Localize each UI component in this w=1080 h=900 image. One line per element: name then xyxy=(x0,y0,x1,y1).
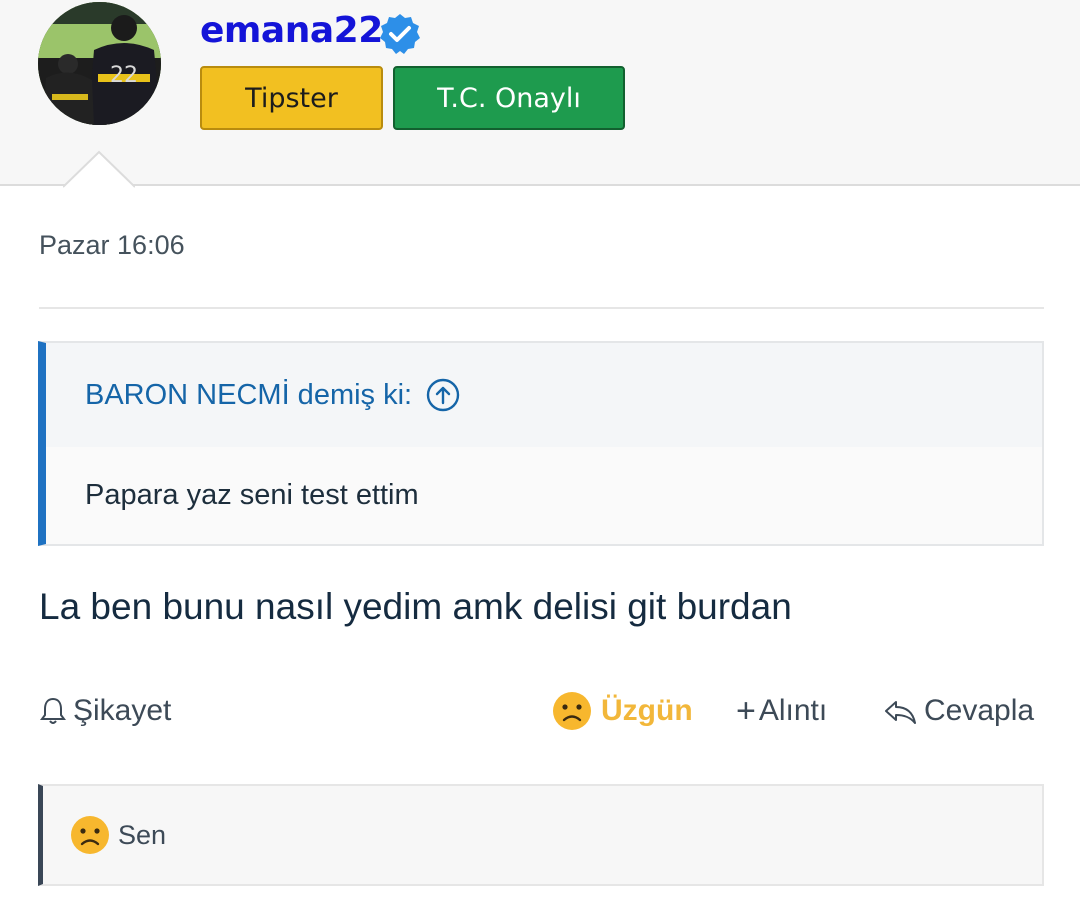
reply-button[interactable]: Cevapla xyxy=(882,690,1034,732)
reply-arrow-icon xyxy=(885,701,916,724)
username[interactable]: emana22 xyxy=(200,10,383,51)
quote-header[interactable]: BARON NECMİ demiş ki: xyxy=(46,343,1042,447)
post-page: 22 emana22 Tipster T.C. Onaylı Pazar 16:… xyxy=(0,0,1080,900)
arrow-up-circle-icon[interactable] xyxy=(426,378,460,412)
report-label: Şikayet xyxy=(73,694,172,727)
avatar-image: 22 xyxy=(38,2,161,125)
tc-onayli-badge: T.C. Onaylı xyxy=(393,66,625,130)
plus-icon: + xyxy=(736,692,756,730)
divider xyxy=(39,307,1044,309)
sad-face-icon xyxy=(71,816,109,854)
post-date[interactable]: Pazar 16:06 xyxy=(39,230,185,261)
quote-text: Papara yaz seni test ettim xyxy=(46,447,1042,544)
report-button[interactable]: Şikayet xyxy=(39,690,171,732)
quote-label: Alıntı xyxy=(758,694,828,727)
header-pointer xyxy=(63,150,135,188)
reply-label: Cevapla xyxy=(924,694,1035,727)
bell-icon xyxy=(40,697,66,724)
quote-author: BARON NECMİ demiş ki: xyxy=(85,378,413,411)
sad-face-icon xyxy=(553,692,591,730)
reactions-text: Sen xyxy=(118,819,167,850)
avatar[interactable]: 22 xyxy=(38,2,161,125)
post-message: La ben bunu nasıl yedim amk delisi git b… xyxy=(39,586,792,627)
quote-block: BARON NECMİ demiş ki: Papara yaz seni te… xyxy=(38,341,1044,546)
user-header: 22 emana22 Tipster T.C. Onaylı xyxy=(0,0,1080,188)
tipster-badge: Tipster xyxy=(200,66,383,130)
quote-button[interactable]: + Alıntı xyxy=(736,690,827,732)
reactions-bar[interactable]: Sen xyxy=(38,784,1044,886)
svg-text:22: 22 xyxy=(110,63,138,88)
verified-check-icon xyxy=(380,14,420,54)
reaction-button[interactable]: Üzgün xyxy=(552,690,693,732)
reaction-label: Üzgün xyxy=(601,694,693,727)
